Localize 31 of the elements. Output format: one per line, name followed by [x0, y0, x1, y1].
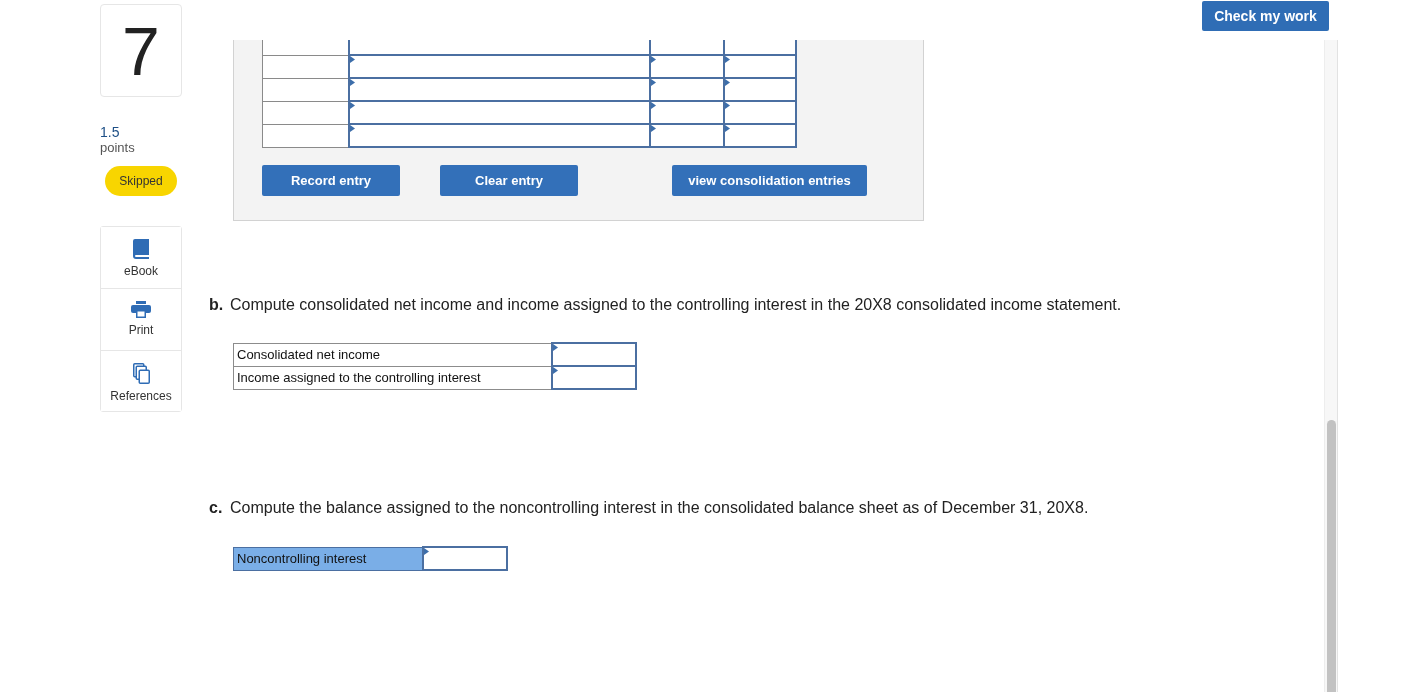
points-value: 1.5	[100, 124, 120, 140]
answer-field[interactable]	[423, 547, 507, 570]
record-entry-button[interactable]: Record entry	[262, 165, 400, 196]
part-label: b.	[209, 295, 225, 315]
view-entries-button[interactable]: view consolidation entries	[672, 165, 867, 196]
status-badge: Skipped	[105, 166, 177, 196]
answer-field[interactable]	[552, 343, 636, 366]
question-text: Compute the balance assigned to the noncontrolling interest in the consolidated balance sheet as of December 31, 20X8.	[230, 498, 1089, 518]
row-label: Noncontrolling interest	[233, 547, 423, 570]
question-number: 7	[122, 16, 160, 85]
points-label: points	[100, 140, 135, 156]
account-field[interactable]	[349, 124, 650, 147]
scrollbar[interactable]	[1324, 40, 1338, 692]
amount-field[interactable]	[650, 40, 724, 55]
clear-entry-button[interactable]: Clear entry	[440, 165, 578, 196]
account-field[interactable]	[349, 55, 650, 78]
row-label: Consolidated net income	[233, 343, 552, 366]
check-my-work-button[interactable]: Check my work	[1202, 1, 1329, 31]
ebook-button[interactable]: eBook	[101, 227, 181, 289]
part-label: c.	[209, 498, 224, 518]
book-icon	[133, 239, 149, 259]
question-text: Compute consolidated net income and income assigned to the controlling interest in the 20X8 consolidated income statement.	[230, 295, 1122, 315]
pages-icon	[132, 363, 150, 384]
account-field[interactable]	[349, 101, 650, 124]
amount-field[interactable]	[724, 40, 796, 55]
account-field[interactable]	[349, 40, 650, 55]
answer-field[interactable]	[552, 366, 636, 389]
account-field[interactable]	[349, 78, 650, 101]
scrollbar-thumb[interactable]	[1326, 420, 1336, 692]
row-label: Income assigned to the controlling interest	[233, 366, 552, 389]
printer-icon	[131, 301, 151, 318]
